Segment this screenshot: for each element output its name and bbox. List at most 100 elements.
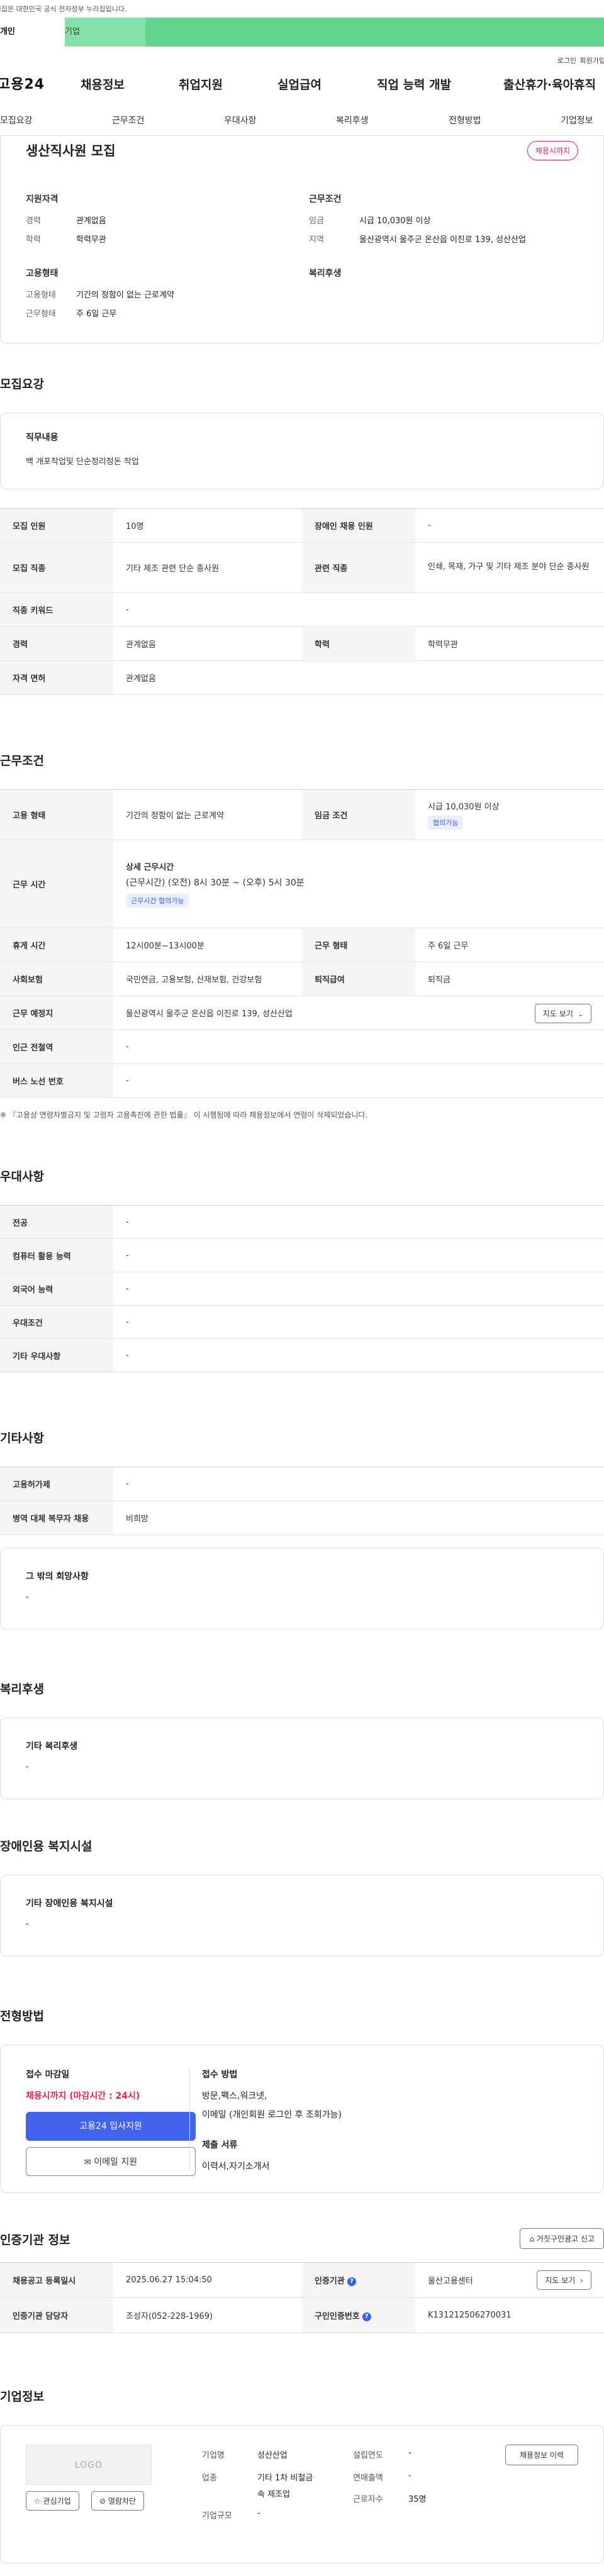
welfare-label: 기타 복리후생	[26, 1741, 78, 1752]
cert-table: 채용공고 등록일시 2025.06.27 15:04:50 인증기관? 울산고용…	[0, 2262, 604, 2333]
logo-placeholder-text: LOGO	[74, 2460, 103, 2470]
row-value: -	[415, 508, 604, 543]
industry-label: 업종	[202, 2473, 217, 2483]
table-row: 사회보험 국민연금, 고용보험, 산재보험, 건강보험 퇴직급여 퇴직금	[0, 962, 604, 996]
table-row: 채용공고 등록일시 2025.06.27 15:04:50 인증기관? 울산고용…	[0, 2262, 604, 2298]
wage-value: 시급 10,030원 이상	[428, 802, 500, 812]
row-label: 근무 형태	[302, 928, 415, 962]
tab-personal[interactable]: 개인	[0, 18, 65, 47]
emp-value: 기간의 정함이 없는 근로계약	[76, 291, 174, 300]
row-value: 조성자(052-228-1969)	[113, 2297, 302, 2333]
age-notice: ※ 『고용상 연령차별금지 및 고령자 고용촉진에 관한 법률』 이 시행됨에 …	[0, 1111, 368, 1119]
tabnav-work[interactable]: 근무조건	[112, 114, 145, 126]
gnb-unemployment-benefit[interactable]: 실업급여	[277, 75, 322, 92]
work-time-cell: 상세 근무시간 (근무시간) (오전) 8시 30분 ~ (오후) 5시 30분…	[113, 840, 604, 928]
cert-map-button[interactable]: 지도 보기 ›	[537, 2270, 591, 2290]
chevron-down-icon: ⌄	[578, 1011, 583, 1018]
qual-key: 경력	[26, 216, 41, 226]
table-row: 경력 관계없음 학력 학력무관	[0, 626, 604, 661]
welfare-section-title: 복리후생	[0, 1682, 44, 1696]
row-label: 병역 대체 복무자 채용	[0, 1501, 113, 1535]
method-value: 이메일 (개인회원 로그인 후 조회가능)	[202, 2110, 342, 2120]
sales-value: -	[408, 2471, 411, 2480]
mail-icon: ✉	[84, 2158, 91, 2167]
disab-card: 기타 장애인용 복지시설 -	[0, 1875, 604, 1957]
table-row: 인근 전철역 -	[0, 1030, 604, 1064]
row-label: 사회보험	[0, 962, 113, 996]
email-apply-button[interactable]: ✉ 이메일 지원	[26, 2147, 196, 2176]
favorite-company-button[interactable]: ☆ 관심기업	[26, 2491, 79, 2511]
gnb-vocational-training[interactable]: 직업 능력 개발	[377, 75, 451, 92]
company-size-value: -	[257, 2509, 260, 2518]
table-row: 모집 직종 기타 제조 관련 단순 종사원 관련 직종 인쇄, 목재, 가구 및…	[0, 542, 604, 593]
tabnav-pref[interactable]: 우대사항	[224, 114, 257, 126]
disab-value: -	[26, 1919, 29, 1929]
time-negotiable-chip: 근무시간 협의가능	[126, 894, 189, 908]
tabnav-recruit[interactable]: 모집요강	[0, 114, 33, 126]
table-row: 병역 대체 복무자 채용 비희망	[0, 1501, 604, 1535]
row-label: 전공	[0, 1205, 113, 1239]
row-value: K131212506270031	[415, 2297, 604, 2333]
cert-section-title: 인증기관 정보	[0, 2233, 70, 2247]
utility-bar: 로그인 회원가입	[0, 47, 604, 67]
founded-label: 설립연도	[353, 2451, 383, 2460]
cert-number-label-cell: 구인인증번호?	[302, 2297, 415, 2333]
wage-cell: 시급 10,030원 이상 협의가능	[415, 789, 604, 840]
row-label: 외국어 능력	[0, 1272, 113, 1306]
doc-value: 이력서,자기소개서	[202, 2162, 270, 2172]
job-summary-card: 생산직사원 모집 채용시까지 지원자격 경력 관계없음 학력 학력무관 근무조건…	[0, 136, 604, 343]
tab-company[interactable]: 기업	[65, 18, 145, 47]
row-value: 퇴직금	[415, 962, 604, 996]
info-icon[interactable]: ?	[347, 2277, 356, 2286]
gov-banner-text: 이 누리집은 대한민국 공식 전자정부 누리집입니다.	[0, 5, 127, 13]
gnb-jobs[interactable]: 채용정보	[81, 75, 125, 92]
row-label: 퇴직급여	[302, 962, 415, 996]
row-label: 버스 노선 번호	[0, 1063, 113, 1098]
table-row: 버스 노선 번호 -	[0, 1063, 604, 1098]
pref-table: 전공 - 컴퓨터 활용 능력 - 외국어 능력 - 우대조건 - 기타 우대사항…	[0, 1205, 604, 1372]
map-button[interactable]: 지도 보기 ⌄	[534, 1004, 591, 1023]
row-label: 우대조건	[0, 1305, 113, 1339]
table-row: 휴게 시간 12시00분~13시00분 근무 형태 주 6일 근무	[0, 928, 604, 962]
hope-value: -	[26, 1592, 29, 1602]
info-icon[interactable]: ?	[362, 2312, 371, 2321]
tabnav-company[interactable]: 기업정보	[561, 114, 593, 126]
duty-value: 백 개포작업및 단순정리정돈 작업	[26, 457, 139, 467]
apply-button-label: 고용24 입사지원	[79, 2121, 142, 2131]
row-value: 12시00분~13시00분	[113, 928, 302, 962]
method-panel: 접수 방법 방문,팩스,워크넷, 이메일 (개인회원 로그인 후 조회가능) 제…	[202, 2068, 342, 2172]
gnb-employment-support[interactable]: 취업지원	[179, 75, 223, 92]
row-label: 인증기관	[315, 2277, 345, 2286]
block-label: 열람차단	[108, 2497, 137, 2506]
table-row: 우대조건 -	[0, 1305, 604, 1339]
job-history-button[interactable]: 채용정보 이력	[505, 2445, 578, 2465]
row-value: -	[113, 1272, 604, 1306]
row-label: 고용허가제	[0, 1467, 113, 1501]
apply-button[interactable]: 고용24 입사지원	[26, 2112, 196, 2141]
work-place-value: 울산광역시 울주군 온산읍 이진로 139, 성산산업	[126, 1009, 293, 1019]
row-label: 휴게 시간	[0, 928, 113, 962]
emp-key: 고용형태	[26, 291, 56, 300]
company-section-title: 기업정보	[0, 2390, 44, 2404]
emp-key: 근무형태	[26, 309, 56, 319]
tabnav-screening[interactable]: 전형방법	[449, 114, 481, 126]
table-row: 근무 시간 상세 근무시간 (근무시간) (오전) 8시 30분 ~ (오후) …	[0, 840, 604, 928]
report-ad-button[interactable]: ⌂ 거짓구인광고 신고	[520, 2228, 604, 2249]
chevron-right-icon: ›	[580, 2276, 583, 2285]
job-title: 생산직사원 모집	[26, 143, 116, 158]
table-row: 고용허가제 -	[0, 1467, 604, 1501]
join-link[interactable]: 회원가입	[580, 55, 604, 65]
row-label: 구인인증번호	[315, 2312, 360, 2321]
work-value: 울산광역시 울주군 온산읍 이진로 139, 성산산업	[359, 235, 526, 245]
login-link[interactable]: 로그인	[557, 55, 576, 65]
row-value: 인쇄, 목재, 가구 및 기타 제조 분야 단순 종사원	[415, 542, 604, 593]
screen-card: 접수 마감일 채용시까지 (마감시간 : 24시) 고용24 입사지원 ✉ 이메…	[0, 2045, 604, 2193]
site-logo[interactable]: 고용24	[0, 73, 45, 93]
table-row: 모집 인원 10명 장애인 채용 인원 -	[0, 508, 604, 543]
row-label: 모집 직종	[0, 542, 113, 593]
row-value: -	[113, 1238, 604, 1272]
block-view-button[interactable]: ⊘ 열람차단	[91, 2491, 145, 2511]
disab-section-title: 장애인용 복지시설	[0, 1840, 92, 1853]
gnb-parental-leave[interactable]: 출산휴가·육아휴직	[503, 75, 596, 92]
tabnav-welfare[interactable]: 복리후생	[336, 114, 369, 126]
